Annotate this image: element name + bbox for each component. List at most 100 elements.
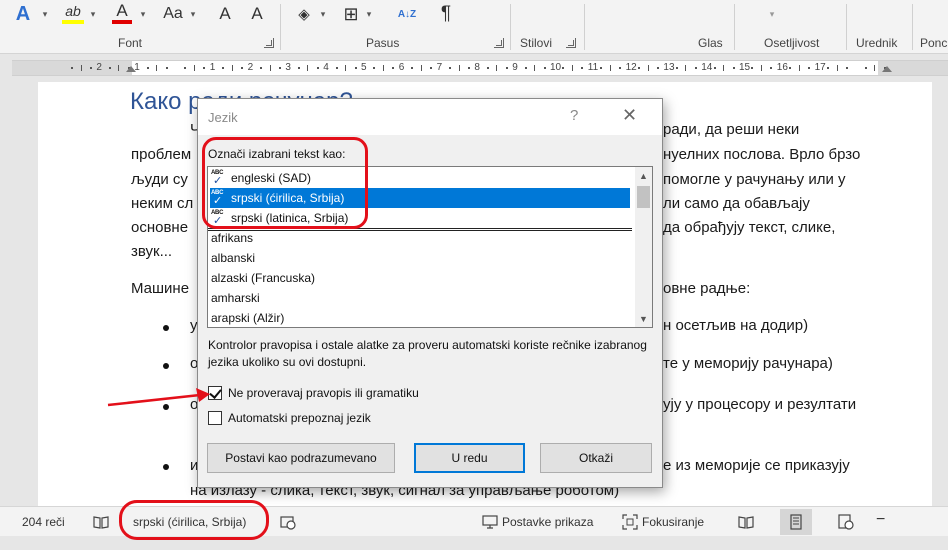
indent-marker[interactable] <box>126 66 136 72</box>
ruler-tick <box>269 65 271 71</box>
list-item[interactable]: н осетљив на додир) <box>663 317 808 334</box>
scroll-down-icon[interactable]: ▼ <box>635 310 652 327</box>
ruler-dot <box>354 67 357 69</box>
document-text[interactable]: ради, да реши неки <box>663 121 799 138</box>
change-case-icon[interactable]: Aa <box>160 2 186 26</box>
close-icon[interactable]: ✕ <box>622 105 637 126</box>
web-layout-icon[interactable] <box>838 514 854 530</box>
chevron-down-icon[interactable]: ▾ <box>88 2 98 26</box>
no-proofing-label[interactable]: Ne proveravaj pravopis ili gramatiku <box>228 386 419 400</box>
detect-language-label[interactable]: Automatski prepoznaj jezik <box>228 411 371 425</box>
cancel-button[interactable]: Otkaži <box>540 443 652 473</box>
accessibility-icon[interactable] <box>280 514 296 530</box>
ruler-number: 11 <box>587 62 599 73</box>
ruler-dot <box>411 67 414 69</box>
grow-font-icon[interactable]: A <box>214 2 236 26</box>
ruler-tick <box>420 65 422 71</box>
document-text[interactable]: звук... <box>131 243 172 260</box>
chevron-down-icon[interactable]: ▾ <box>318 2 328 26</box>
ruler-number: 5 <box>361 62 367 73</box>
ruler-dot <box>241 67 244 69</box>
list-item-engleski-sad[interactable]: ABC ✓ engleski (SAD) <box>210 168 630 188</box>
scroll-up-icon[interactable]: ▲ <box>635 167 652 184</box>
language-listbox[interactable]: ABC ✓ engleski (SAD) ABC ✓ srpski (ćirilic… <box>207 166 653 328</box>
group-divider <box>912 4 913 50</box>
ruler-number: 2 <box>96 62 102 73</box>
zoom-out-icon[interactable]: − <box>876 511 885 529</box>
list-item[interactable]: те у меморију рачунара) <box>663 355 833 372</box>
shading-icon[interactable]: ◈ <box>292 2 316 26</box>
no-proofing-checkbox-row[interactable]: Ne proveravaj pravopis ili gramatiku <box>208 386 419 400</box>
font-dialog-launcher-icon[interactable] <box>264 38 274 48</box>
listbox-scrollbar[interactable]: ▲ ▼ <box>635 167 652 327</box>
ruler-dot <box>203 67 206 69</box>
mark-text-as-label: Označi izabrani tekst kao: <box>208 147 346 161</box>
list-item-albanski[interactable]: albanski <box>211 248 255 268</box>
right-indent-marker[interactable] <box>882 66 892 72</box>
sort-icon[interactable]: A↓Z <box>394 2 420 26</box>
ruler-tick <box>798 65 800 71</box>
read-mode-icon[interactable] <box>738 514 754 530</box>
list-bullet <box>163 363 169 369</box>
list-item-amharski[interactable]: amharski <box>211 288 260 308</box>
print-layout-icon[interactable] <box>788 514 804 530</box>
dialog-titlebar[interactable]: Jezik ? ✕ <box>198 99 662 135</box>
borders-icon[interactable]: ⊞ <box>340 2 362 26</box>
ruler-dot <box>505 67 508 69</box>
list-item[interactable]: е из меморије се приказују <box>663 457 850 474</box>
document-text[interactable]: неким сл <box>131 195 193 212</box>
document-text[interactable]: Машине <box>131 280 189 297</box>
word-count[interactable]: 204 reči <box>22 515 65 529</box>
scrollbar-thumb[interactable] <box>637 186 650 208</box>
ruler-dot <box>562 67 565 69</box>
list-item-srpski-latinica[interactable]: ABC ✓ srpski (latinica, Srbija) <box>210 208 630 228</box>
document-text[interactable]: нуелних послова. Врло брзо <box>663 146 860 163</box>
document-text[interactable]: овне радње: <box>663 280 750 297</box>
list-item-afrikans[interactable]: afrikans <box>211 228 253 248</box>
ruler-tick <box>647 65 649 71</box>
paragraph-dialog-launcher-icon[interactable] <box>494 38 504 48</box>
book-check-icon[interactable] <box>93 514 109 530</box>
horizontal-ruler[interactable]: 2 1 1 2 3 4 5 6 7 8 9 10 11 12 13 14 15 16 17 <box>12 60 948 76</box>
chevron-down-icon[interactable]: ▾ <box>40 2 50 26</box>
list-item-alzaski[interactable]: alzaski (Francuska) <box>211 268 315 288</box>
group-divider <box>584 4 585 50</box>
chevron-down-icon[interactable]: ▾ <box>742 2 802 26</box>
ruler-number: 12 <box>625 62 637 73</box>
document-text[interactable]: основне <box>131 219 188 236</box>
ok-button[interactable]: U redu <box>414 443 525 473</box>
ruler-number: 6 <box>398 62 405 73</box>
set-default-button[interactable]: Postavi kao podrazumevano <box>207 443 395 473</box>
document-text[interactable]: проблем <box>131 146 191 163</box>
ruler-tick <box>760 65 762 71</box>
text-effects-icon[interactable]: A <box>12 2 34 26</box>
spellcheck-icon: ABC ✓ <box>211 190 224 207</box>
display-settings-button[interactable]: Postavke prikaza <box>502 515 593 529</box>
document-text[interactable]: помогле у рачунању или у <box>663 171 846 188</box>
shrink-font-icon[interactable]: A <box>246 2 268 26</box>
chevron-down-icon[interactable]: ▾ <box>364 2 374 26</box>
font-color-icon[interactable]: A <box>112 1 132 24</box>
document-text[interactable]: људи су <box>131 171 188 188</box>
ruler-number: 7 <box>436 62 443 73</box>
chevron-down-icon[interactable]: ▾ <box>188 2 198 26</box>
highlight-icon[interactable]: ab <box>62 2 84 24</box>
ruler-dot <box>316 67 319 69</box>
chevron-down-icon[interactable]: ▾ <box>138 2 148 26</box>
ruler-tick <box>496 65 498 71</box>
focus-icon[interactable] <box>622 514 638 530</box>
help-icon[interactable]: ? <box>570 107 578 124</box>
status-language[interactable]: srpski (ćirilica, Srbija) <box>133 515 246 529</box>
ruler-dot <box>373 67 376 69</box>
styles-dialog-launcher-icon[interactable] <box>566 38 576 48</box>
list-item-arapski-alzir[interactable]: arapski (Alžir) <box>211 308 284 328</box>
detect-language-checkbox-row[interactable]: Automatski prepoznaj jezik <box>208 411 371 425</box>
list-item-srpski-cirilica[interactable]: ABC ✓ srpski (ćirilica, Srbija) <box>210 188 630 208</box>
focus-button[interactable]: Fokusiranje <box>642 515 704 529</box>
document-text[interactable]: ли само да обављају <box>663 195 810 212</box>
list-item[interactable]: ују у процесору и резултати <box>663 396 856 413</box>
ruler-dot <box>789 67 792 69</box>
display-settings-icon[interactable] <box>482 514 498 530</box>
pilcrow-icon[interactable]: ¶ <box>436 2 456 26</box>
document-text[interactable]: да обрађују текст, слике, <box>663 219 835 236</box>
